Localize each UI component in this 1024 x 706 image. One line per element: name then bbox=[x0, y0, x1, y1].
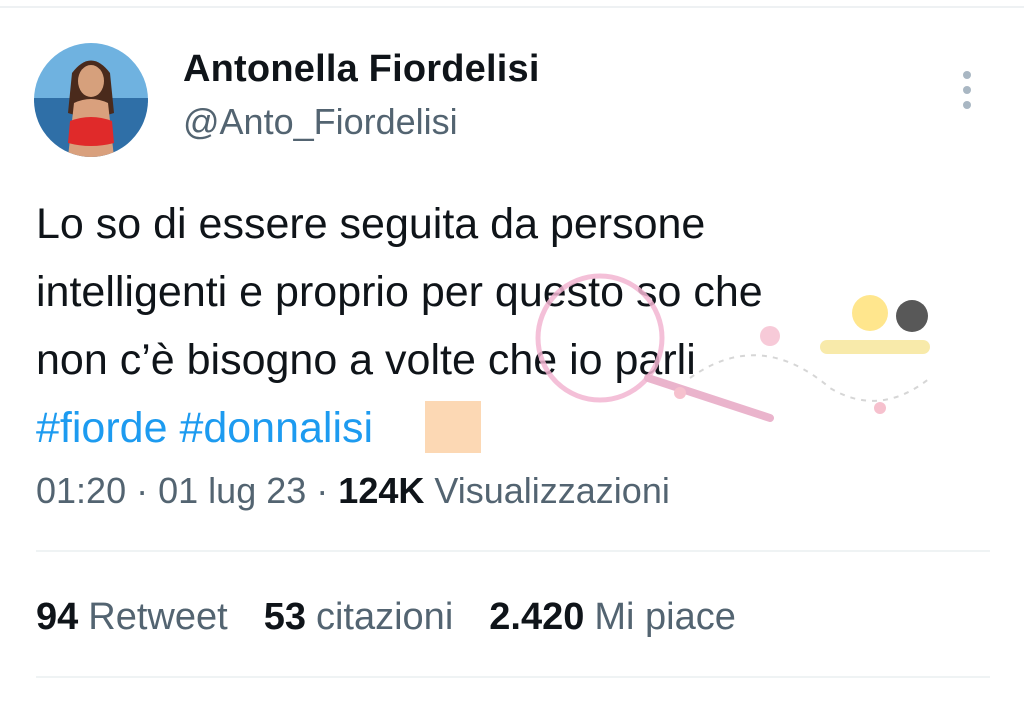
views-label: Visualizzazioni bbox=[434, 470, 670, 511]
hashtag-line: #fiorde #donnalisi bbox=[36, 394, 996, 462]
peach-square-emoji-icon bbox=[425, 400, 482, 453]
top-divider bbox=[0, 6, 1024, 8]
hashtag-link[interactable]: #donnalisi bbox=[179, 404, 373, 452]
tweet-time[interactable]: 01:20 bbox=[36, 470, 126, 511]
divider bbox=[36, 676, 990, 678]
retweets-label: Retweet bbox=[88, 596, 228, 638]
tweet-date[interactable]: 01 lug 23 bbox=[158, 470, 306, 511]
more-vertical-icon-dot bbox=[963, 101, 971, 109]
likes-count: 2.420 bbox=[489, 596, 585, 638]
display-name[interactable]: Antonella Fiordelisi bbox=[183, 48, 540, 91]
avatar-image bbox=[34, 43, 148, 157]
likes-stat[interactable]: 2.420 Mi piace bbox=[489, 596, 736, 639]
avatar[interactable] bbox=[34, 43, 148, 157]
likes-label: Mi piace bbox=[594, 596, 736, 638]
retweets-stat[interactable]: 94 Retweet bbox=[36, 596, 228, 639]
retweets-count: 94 bbox=[36, 596, 79, 638]
divider bbox=[36, 550, 990, 552]
tweet-meta: 01:20 · 01 lug 23 · 124K Visualizzazioni bbox=[36, 470, 670, 512]
views-count: 124K bbox=[338, 470, 425, 511]
quotes-label: citazioni bbox=[315, 596, 454, 638]
engagement-stats: 94 Retweet 53 citazioni 2.420 Mi piace bbox=[36, 596, 736, 639]
more-vertical-icon bbox=[963, 71, 971, 79]
tweet-detail: Antonella Fiordelisi @Anto_Fiordelisi Lo… bbox=[0, 0, 1024, 706]
tweet-text: Lo so di essere seguita da persone intel… bbox=[36, 190, 996, 462]
more-options-button[interactable] bbox=[950, 64, 984, 116]
quotes-stat[interactable]: 53 citazioni bbox=[264, 596, 454, 639]
tweet-text-line: non c’è bisogno a volte che io parli bbox=[36, 336, 696, 384]
quotes-count: 53 bbox=[263, 596, 306, 638]
user-handle[interactable]: @Anto_Fiordelisi bbox=[183, 101, 458, 143]
meta-separator: · bbox=[316, 470, 329, 511]
more-vertical-icon-dot bbox=[963, 86, 971, 94]
meta-separator: · bbox=[136, 470, 149, 511]
tweet-text-line: intelligenti e proprio per questo so che bbox=[36, 268, 763, 316]
hashtag-link[interactable]: #fiorde bbox=[36, 404, 167, 452]
tweet-text-line: Lo so di essere seguita da persone bbox=[36, 200, 706, 248]
